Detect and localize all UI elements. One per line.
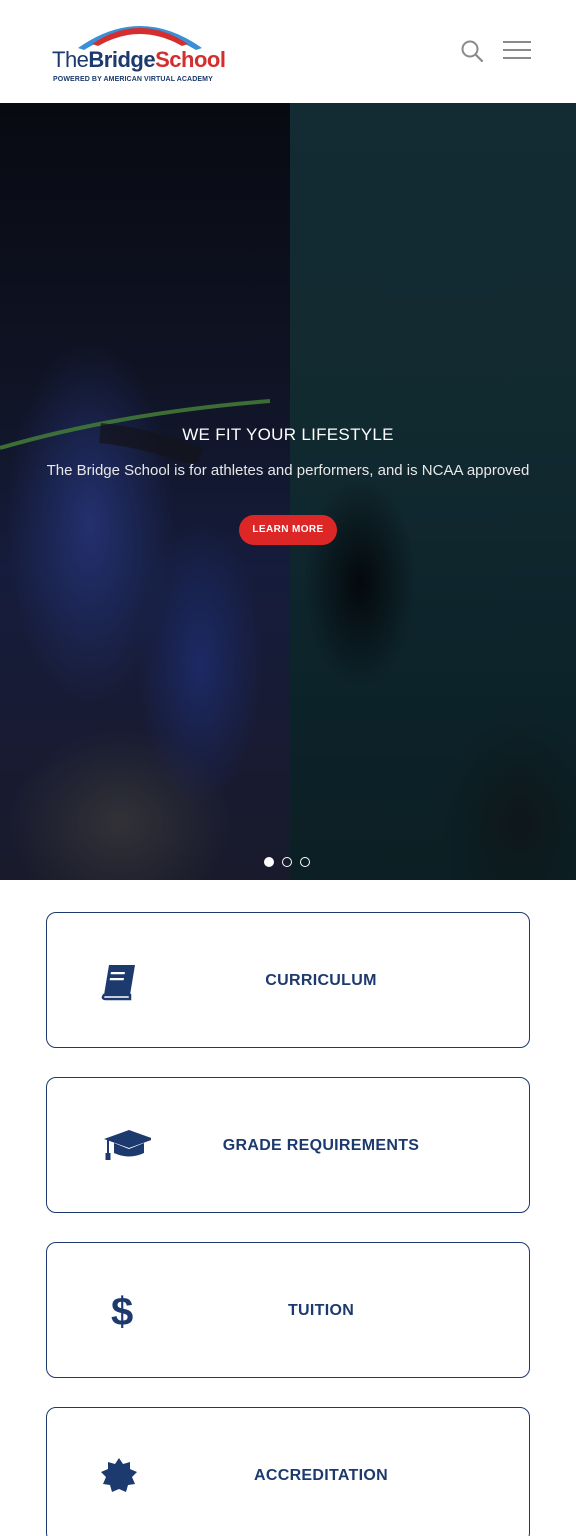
- slider-dot-3[interactable]: [300, 857, 310, 867]
- card-accreditation[interactable]: ACCREDITATION: [46, 1407, 530, 1536]
- book-icon: [101, 965, 135, 1001]
- card-label: ACCREDITATION: [254, 1467, 388, 1484]
- logo-bridge-text: Bridge: [88, 47, 156, 72]
- hero-subtitle: The Bridge School is for athletes and pe…: [46, 462, 530, 479]
- menu-bar: [503, 57, 531, 59]
- hero-title: WE FIT YOUR LIFESTYLE: [182, 425, 394, 444]
- site-header: TheBridgeSchool POWERED BY AMERICAN VIRT…: [0, 0, 576, 103]
- hero-overlay: [0, 103, 576, 880]
- hero-slider: WE FIT YOUR LIFESTYLE The Bridge School …: [0, 103, 576, 880]
- learn-more-button[interactable]: LEARN MORE: [239, 515, 337, 545]
- search-icon: [461, 40, 484, 63]
- search-button[interactable]: [459, 38, 485, 66]
- slider-dot-1[interactable]: [264, 857, 274, 867]
- card-grade-requirements[interactable]: GRADE REQUIREMENTS: [46, 1077, 530, 1213]
- card-label: TUITION: [287, 1302, 355, 1319]
- card-tuition[interactable]: $ TUITION: [46, 1242, 530, 1378]
- site-logo[interactable]: TheBridgeSchool POWERED BY AMERICAN VIRT…: [52, 12, 227, 90]
- dollar-icon: $: [111, 1290, 133, 1333]
- logo-tagline: POWERED BY AMERICAN VIRTUAL ACADEMY: [53, 76, 213, 83]
- menu-bar: [503, 41, 531, 43]
- card-label: CURRICULUM: [265, 972, 377, 989]
- certificate-badge-icon: [101, 1458, 137, 1492]
- logo-the-text: The: [52, 47, 89, 72]
- logo-school-text: School: [155, 47, 226, 72]
- hamburger-menu-button[interactable]: [503, 41, 531, 63]
- menu-bar: [503, 49, 531, 51]
- svg-text:$: $: [111, 1290, 133, 1333]
- slider-dot-2[interactable]: [282, 857, 292, 867]
- card-label: GRADE REQUIREMENTS: [222, 1137, 420, 1154]
- card-curriculum[interactable]: CURRICULUM: [46, 912, 530, 1048]
